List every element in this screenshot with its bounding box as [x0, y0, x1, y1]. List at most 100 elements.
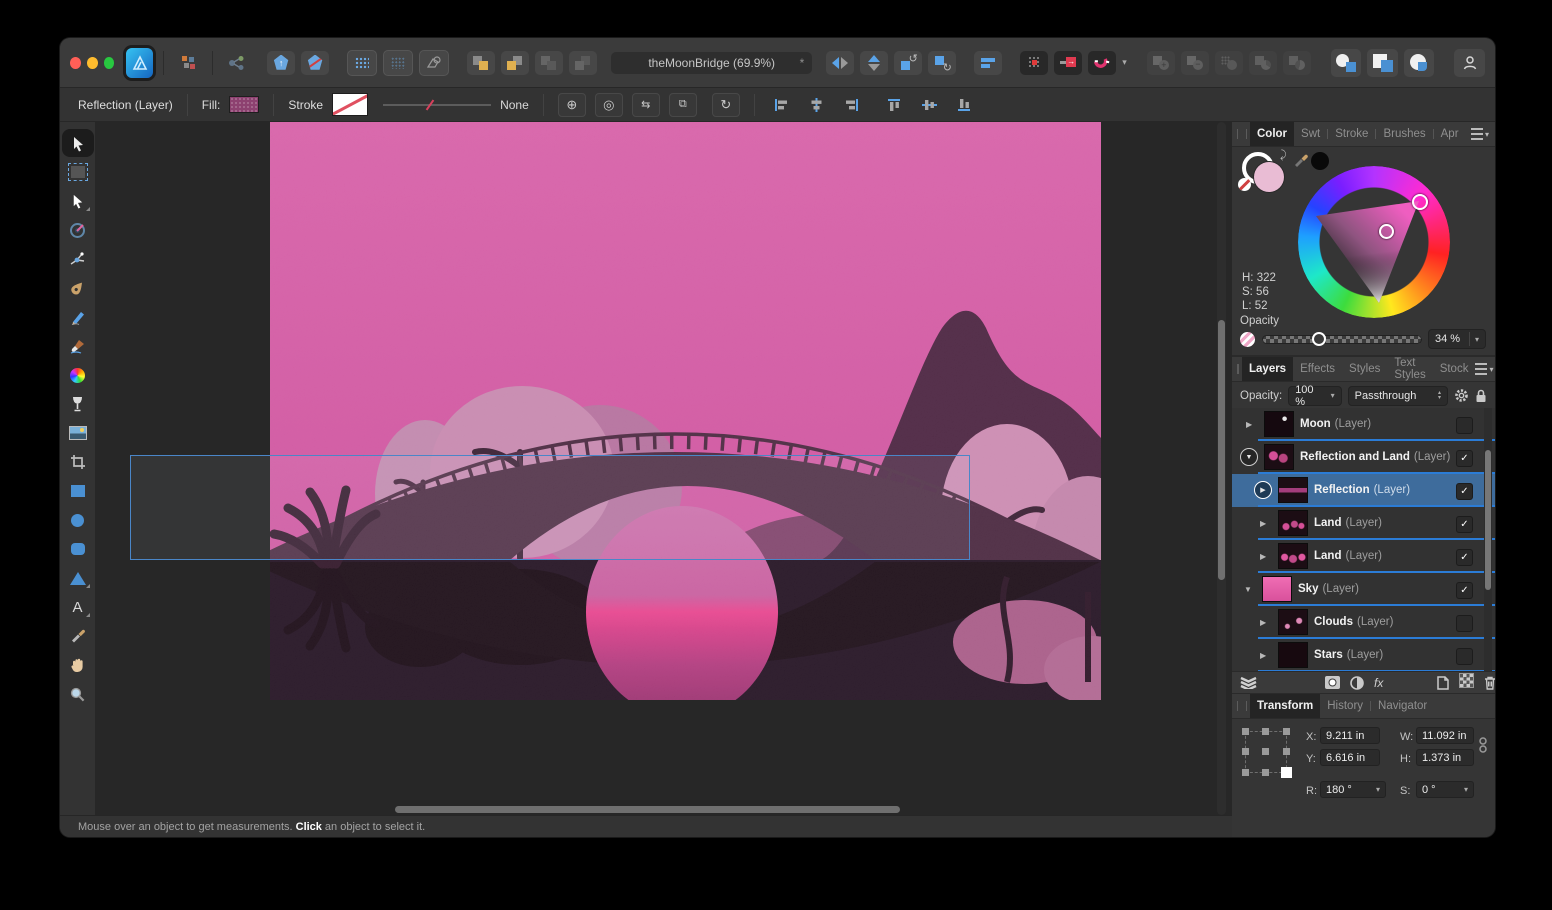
move-forward-button[interactable] — [535, 51, 563, 75]
close-button[interactable] — [70, 57, 81, 69]
align-bottom-button[interactable] — [952, 94, 978, 116]
shade-selector[interactable] — [1379, 224, 1394, 239]
cycle-selection-button[interactable]: ↻ — [712, 93, 740, 117]
mirror-selection-button[interactable]: ⇆ — [632, 93, 660, 117]
point-transform-tool[interactable] — [65, 219, 91, 241]
grid-dots-button[interactable] — [383, 50, 413, 76]
layer-row-stars[interactable]: ▶ Stars(Layer) — [1232, 639, 1495, 671]
layer-row-sky[interactable]: ▼ Sky(Layer) ✓ — [1232, 573, 1495, 607]
zoom-window-button[interactable] — [104, 57, 115, 69]
pencil-tool[interactable] — [65, 306, 91, 328]
artboard-tool[interactable] — [65, 161, 91, 183]
layer-settings-gear-icon[interactable] — [1454, 388, 1469, 403]
mask-layer-icon[interactable] — [1325, 676, 1340, 689]
rounded-rectangle-tool[interactable] — [65, 538, 91, 560]
insert-inside-button[interactable] — [1367, 49, 1398, 77]
tab-transform[interactable]: Transform — [1250, 694, 1320, 718]
swap-colors-icon[interactable]: ⤸ — [1280, 149, 1287, 162]
link-dimensions-icon[interactable] — [1479, 736, 1487, 756]
color-wheel[interactable] — [1298, 166, 1450, 318]
zoom-tool[interactable] — [65, 683, 91, 705]
opacity-noise-chip[interactable] — [1240, 332, 1255, 347]
layer-visibility-checkbox[interactable]: ✓ — [1456, 582, 1473, 599]
layer-thumbnail[interactable] — [1264, 444, 1294, 470]
document-canvas[interactable] — [270, 122, 1101, 700]
boolean-add-button[interactable]: + — [1147, 51, 1175, 75]
tab-swatches[interactable]: Swt — [1294, 122, 1327, 146]
fill-color-circle[interactable] — [1254, 162, 1284, 192]
layers-panel-menu-icon[interactable]: ▾ — [1475, 357, 1495, 381]
stroke-swatch[interactable] — [332, 93, 368, 116]
new-pixel-layer-icon[interactable] — [1459, 673, 1474, 693]
blend-mode-dropdown[interactable]: Passthrough▴▾ — [1348, 386, 1448, 406]
h-field[interactable]: 1.373 in — [1416, 749, 1474, 766]
disclosure-icon[interactable]: ▶ — [1260, 552, 1266, 561]
layer-thumbnail[interactable] — [1264, 411, 1294, 437]
align-left-button[interactable] — [769, 94, 795, 116]
layer-thumbnail[interactable] — [1278, 543, 1308, 569]
fill-swatch[interactable] — [229, 96, 259, 113]
stroke-width-slider[interactable] — [383, 95, 491, 115]
minimize-button[interactable] — [87, 57, 98, 69]
flip-horizontal-button[interactable] — [826, 51, 854, 75]
tab-layers[interactable]: Layers — [1242, 357, 1293, 381]
canvas-vertical-scroll-thumb[interactable] — [1218, 320, 1225, 580]
document-title[interactable]: theMoonBridge (69.9%) * — [611, 52, 812, 74]
layer-row-land-2[interactable]: ▶ Land(Layer) ✓ — [1232, 540, 1495, 574]
grid-show-button[interactable] — [347, 50, 377, 76]
rotate-cw-button[interactable]: ↻ — [928, 51, 956, 75]
snapping-caret-icon[interactable]: ▾ — [1122, 57, 1127, 68]
layer-visibility-checkbox[interactable]: ✓ — [1456, 516, 1473, 533]
layer-visibility-checkbox[interactable] — [1456, 648, 1473, 665]
tab-styles[interactable]: Styles — [1342, 357, 1387, 381]
tab-brushes[interactable]: Brushes — [1376, 122, 1432, 146]
panel-grip-icon[interactable] — [1237, 701, 1247, 711]
new-layer-icon[interactable] — [1437, 676, 1449, 690]
opacity-slider[interactable] — [1262, 335, 1422, 344]
disclosure-icon[interactable]: ▶ — [1260, 651, 1266, 660]
fill-gradient-tool[interactable] — [65, 364, 91, 386]
move-to-back-button[interactable] — [501, 51, 529, 75]
layer-visibility-checkbox[interactable] — [1456, 417, 1473, 434]
layer-row-clouds[interactable]: ▶ Clouds(Layer) — [1232, 606, 1495, 640]
disclosure-icon[interactable]: ▶ — [1246, 420, 1252, 429]
insert-behind-button[interactable] — [1331, 49, 1362, 77]
align-center-h-button[interactable] — [804, 94, 830, 116]
flip-vertical-button[interactable] — [860, 51, 888, 75]
anchor-point-selector[interactable] — [1242, 728, 1290, 776]
disclosure-icon[interactable]: ▼ — [1240, 448, 1258, 466]
transform-origin-button[interactable]: ⊕ — [558, 93, 586, 117]
vector-brush-tool[interactable] — [65, 335, 91, 357]
rotation-dropdown[interactable]: 180 °▾ — [1320, 781, 1386, 798]
rectangle-tool[interactable] — [65, 480, 91, 502]
tab-history[interactable]: History — [1320, 694, 1370, 718]
place-image-tool[interactable] — [65, 422, 91, 444]
snap-move-toggle[interactable]: → — [1054, 51, 1082, 75]
align-right-button[interactable] — [839, 94, 865, 116]
share-nodes-icon[interactable] — [223, 51, 251, 75]
tab-stock[interactable]: Stock — [1433, 357, 1476, 381]
insert-on-top-button[interactable] — [1404, 49, 1435, 77]
layer-visibility-checkbox[interactable] — [1456, 615, 1473, 632]
alignment-button[interactable] — [974, 51, 1002, 75]
layer-row-reflection[interactable]: ▶ Reflection(Layer) ✓ — [1232, 474, 1495, 508]
panel-grip-icon[interactable] — [1237, 129, 1247, 139]
color-picker-tool[interactable] — [65, 625, 91, 647]
disclosure-icon[interactable]: ▶ — [1260, 618, 1266, 627]
layer-opacity-dropdown[interactable]: 100 %▾ — [1288, 386, 1341, 406]
rotate-ccw-button[interactable]: ↺ — [894, 51, 922, 75]
layer-thumbnail[interactable] — [1278, 642, 1308, 668]
account-button[interactable] — [1454, 49, 1485, 77]
no-fill-chip[interactable] — [1238, 178, 1251, 191]
disclosure-icon[interactable]: ▼ — [1244, 585, 1252, 594]
w-field[interactable]: 11.092 in — [1416, 727, 1474, 744]
layer-thumbnail[interactable] — [1262, 576, 1292, 602]
layer-thumbnail[interactable] — [1278, 510, 1308, 536]
edit-all-layers-icon[interactable] — [1240, 676, 1257, 689]
tab-navigator[interactable]: Navigator — [1371, 694, 1434, 718]
layer-thumbnail[interactable] — [1278, 609, 1308, 635]
stroke-width-value[interactable]: None — [500, 98, 529, 112]
disclosure-icon[interactable]: ▶ — [1260, 519, 1266, 528]
show-selection-button[interactable]: ◎ — [595, 93, 623, 117]
boolean-subtract-button[interactable]: − — [1181, 51, 1209, 75]
